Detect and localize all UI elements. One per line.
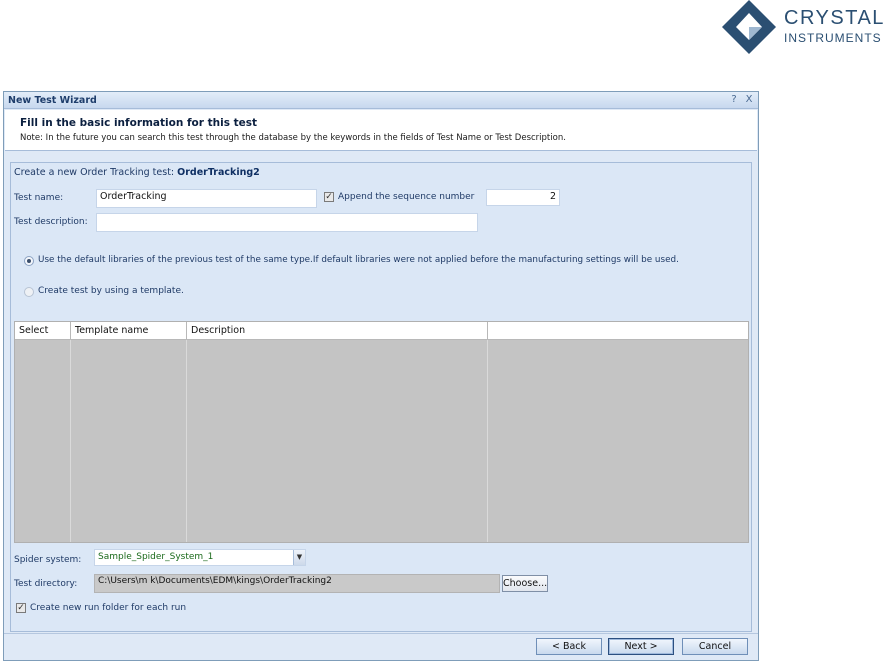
- test-name-input[interactable]: OrderTracking: [96, 189, 317, 208]
- append-sequence-checkbox[interactable]: ✓: [324, 192, 334, 202]
- test-description-input[interactable]: [96, 213, 478, 232]
- template-table-header: Select Template name Description: [15, 322, 748, 340]
- radio-use-template-label: Create test by using a template.: [38, 286, 184, 296]
- footer-divider: [4, 633, 758, 634]
- new-test-wizard-window: New Test Wizard ? X Fill in the basic in…: [3, 91, 759, 661]
- spider-system-value: Sample_Spider_System_1: [98, 552, 214, 562]
- next-button[interactable]: Next >: [608, 638, 674, 655]
- column-divider: [186, 340, 187, 542]
- radio-use-template[interactable]: [24, 287, 34, 297]
- back-button[interactable]: < Back: [536, 638, 602, 655]
- append-sequence-label: Append the sequence number: [338, 192, 475, 202]
- wizard-content: Create a new Order Tracking test: OrderT…: [10, 162, 752, 632]
- column-select[interactable]: Select: [15, 322, 71, 340]
- test-name-label: Test name:: [14, 193, 64, 203]
- header-title: Fill in the basic information for this t…: [20, 117, 258, 129]
- spider-system-select[interactable]: Sample_Spider_System_1 ▼: [94, 549, 306, 566]
- close-icon[interactable]: X: [743, 94, 755, 105]
- run-folder-label: Create new run folder for each run: [30, 603, 187, 613]
- diamond-logo-icon: [722, 0, 776, 54]
- column-template-name[interactable]: Template name: [71, 322, 187, 340]
- run-folder-checkbox[interactable]: ✓: [16, 603, 26, 613]
- test-directory-label: Test directory:: [14, 579, 78, 589]
- window-titlebar: New Test Wizard ? X: [4, 92, 758, 109]
- crystal-instruments-logo: CRYSTAL INSTRUMENTS: [722, 0, 896, 56]
- create-test-name: OrderTracking2: [177, 167, 260, 178]
- spider-system-label: Spider system:: [14, 555, 82, 565]
- radio-default-libraries[interactable]: [24, 256, 34, 266]
- wizard-header: Fill in the basic information for this t…: [5, 110, 757, 151]
- chevron-down-icon[interactable]: ▼: [293, 550, 305, 565]
- choose-directory-button[interactable]: Choose...: [502, 575, 548, 592]
- test-description-label: Test description:: [14, 217, 88, 227]
- column-divider: [70, 340, 71, 542]
- create-test-line: Create a new Order Tracking test: OrderT…: [14, 167, 260, 178]
- radio-default-libraries-label: Use the default libraries of the previou…: [38, 255, 679, 265]
- column-description[interactable]: Description: [187, 322, 488, 340]
- column-extra: [488, 322, 748, 340]
- template-table: Select Template name Description: [14, 321, 749, 543]
- logo-text-crystal: CRYSTAL: [784, 7, 885, 29]
- sequence-number-input[interactable]: 2: [486, 189, 560, 206]
- window-title: New Test Wizard: [8, 95, 97, 106]
- create-prefix: Create a new Order Tracking test:: [14, 167, 175, 178]
- column-divider: [487, 340, 488, 542]
- test-directory-field: C:\Users\m k\Documents\EDM\kings\OrderTr…: [94, 574, 500, 593]
- header-note: Note: In the future you can search this …: [20, 133, 566, 143]
- cancel-button[interactable]: Cancel: [682, 638, 748, 655]
- logo-text-instruments: INSTRUMENTS: [784, 31, 882, 45]
- help-icon[interactable]: ?: [728, 94, 740, 105]
